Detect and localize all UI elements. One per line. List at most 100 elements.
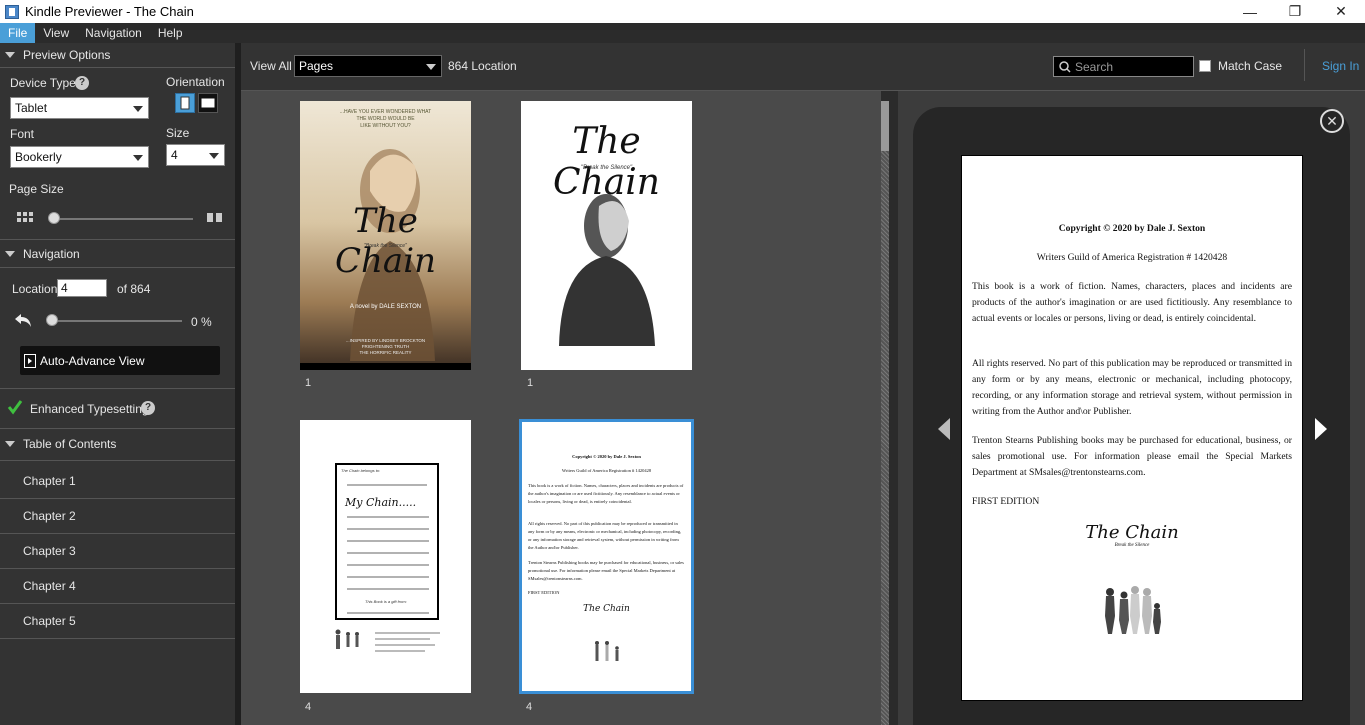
divider [0, 388, 235, 389]
mini-registration: Writers Guild of America Registration # … [561, 468, 652, 473]
location-slider-track[interactable] [50, 320, 182, 322]
font-select[interactable]: Bookerly [10, 146, 149, 168]
match-case-label: Match Case [1218, 59, 1283, 73]
device-type-label: Device Type [10, 76, 76, 90]
page-registration: Writers Guild of America Registration # … [1036, 252, 1228, 263]
thumbnail-page-number: 4 [305, 701, 312, 713]
menu-help[interactable]: Help [150, 23, 191, 43]
font-label: Font [10, 127, 35, 141]
close-preview-button[interactable]: ✕ [1320, 109, 1344, 133]
divider [0, 460, 235, 461]
back-arrow-icon[interactable] [13, 311, 33, 329]
page-paragraph-1: This book is a work of fiction. Names, c… [972, 281, 1292, 324]
search-placeholder: Search [1075, 60, 1114, 74]
mini-para-1: This book is a work of fiction. Names, c… [528, 483, 684, 504]
journal-family-illustration [335, 629, 440, 652]
landscape-icon [201, 98, 215, 108]
close-window-button[interactable]: ✕ [1318, 0, 1364, 23]
page-logo-subtitle: Break the Silence [1114, 543, 1150, 548]
view-mode-value: Pages [299, 59, 334, 73]
mini-family-illustration [595, 641, 619, 661]
previous-page-arrow-icon[interactable] [936, 418, 952, 440]
menu-file[interactable]: File [0, 23, 36, 43]
cover-title: The Chain [335, 201, 436, 281]
thumbnail-copyright-page-selected[interactable]: Copyright © 2020 by Dale J. Sexton Write… [519, 419, 694, 694]
next-page-arrow-icon[interactable] [1313, 418, 1329, 440]
toc-item-chapter-5[interactable]: Chapter 5 [0, 604, 235, 639]
page-size-slider-track[interactable] [50, 218, 193, 220]
help-icon[interactable]: ? [141, 401, 155, 415]
portrait-icon [180, 96, 190, 110]
journal-frame: The Chain belongs to: My Chain..... This… [335, 463, 439, 620]
cover-blurb-1: ...INSPIRED BY LINDSEY BROCKTON [345, 338, 426, 343]
maximize-button[interactable]: ❐ [1272, 0, 1318, 23]
orientation-label: Orientation [166, 75, 225, 89]
page-logo: The Chain [1085, 522, 1179, 543]
portrait-orientation-button[interactable] [175, 93, 195, 113]
thumbnail-page-number: 1 [305, 377, 312, 389]
small-grid-icon [17, 212, 33, 222]
divider [0, 67, 235, 68]
toc-title: Table of Contents [23, 437, 117, 451]
cover-bottom-band [300, 363, 471, 370]
location-input[interactable]: 4 [57, 279, 107, 297]
location-count: 864 Location [448, 59, 517, 73]
page-copyright: Copyright © 2020 by Dale J. Sexton [1058, 223, 1206, 234]
location-total: of 864 [117, 282, 151, 296]
mini-logo: The Chain [583, 604, 630, 614]
enhanced-typesetting-label: Enhanced Typesetting [30, 402, 149, 416]
help-icon[interactable]: ? [75, 76, 89, 90]
toc-item-chapter-1[interactable]: Chapter 1 [0, 464, 235, 499]
size-select[interactable]: 4 [166, 144, 225, 166]
page-size-slider-thumb[interactable] [48, 212, 60, 224]
chevron-down-icon [133, 155, 143, 161]
toc-item-chapter-4[interactable]: Chapter 4 [0, 569, 235, 604]
size-label: Size [166, 126, 190, 140]
location-slider-thumb[interactable] [46, 314, 58, 326]
collapse-icon [5, 52, 15, 58]
cover-blurb-3: THE HORRIFIC REALITY [359, 350, 412, 355]
match-case-checkbox[interactable] [1199, 60, 1211, 72]
landscape-orientation-button[interactable] [198, 93, 218, 113]
auto-advance-button[interactable]: Auto-Advance View [20, 346, 220, 375]
preview-options-header[interactable]: Preview Options [0, 43, 235, 67]
play-icon [24, 353, 36, 368]
journal-lines [347, 484, 429, 614]
toc-item-chapter-2[interactable]: Chapter 2 [0, 499, 235, 534]
minimize-button[interactable]: — [1227, 0, 1273, 23]
thumbnail-cover-color[interactable]: ...HAVE YOU EVER WONDERED WHAT THE WORLD… [300, 101, 471, 370]
window-title: Kindle Previewer - The Chain [25, 4, 194, 19]
page-paragraph-2: All rights reserved. No part of this pub… [972, 358, 1292, 417]
scrollbar-thumb[interactable] [881, 101, 889, 151]
collapse-icon [5, 251, 15, 257]
sign-in-link[interactable]: Sign In [1322, 59, 1359, 73]
device-type-value: Tablet [15, 101, 48, 115]
thumbnail-journal-page[interactable]: The Chain belongs to: My Chain..... This… [300, 420, 471, 693]
location-label: Location [12, 282, 58, 296]
view-mode-select[interactable]: Pages [294, 55, 442, 77]
toc-header[interactable]: Table of Contents [0, 432, 235, 456]
menu-bar: File View Navigation Help [0, 23, 1365, 43]
preview-page: Copyright © 2020 by Dale J. Sexton Write… [961, 155, 1303, 701]
thumbnail-scrollbar[interactable] [881, 101, 889, 725]
device-type-select[interactable]: Tablet [10, 97, 149, 119]
font-value: Bookerly [15, 150, 62, 164]
search-box[interactable]: Search [1053, 56, 1194, 77]
checkmark-icon[interactable] [7, 399, 23, 415]
chevron-down-icon [426, 64, 436, 70]
menu-view[interactable]: View [35, 23, 77, 43]
left-panel: Preview Options Device Type ? Orientatio… [0, 43, 235, 725]
thumbnail-cover-bw[interactable]: The Chain "Break the Silence" [521, 101, 692, 370]
menu-navigation[interactable]: Navigation [77, 23, 150, 43]
cover-subtitle-bw: "Break the Silence" [580, 165, 633, 171]
cover-blurb-2: FRIGHTENING TRUTH [361, 344, 410, 349]
location-percent: 0 % [191, 315, 212, 329]
toc-item-chapter-3[interactable]: Chapter 3 [0, 534, 235, 569]
large-grid-icon [207, 213, 222, 222]
collapse-icon [5, 441, 15, 447]
preview-options-title: Preview Options [23, 48, 111, 62]
divider [1304, 49, 1305, 81]
search-icon [1059, 61, 1071, 73]
journal-bottom-note: This Book is a gift from: [365, 599, 407, 604]
navigation-header[interactable]: Navigation [0, 242, 235, 266]
